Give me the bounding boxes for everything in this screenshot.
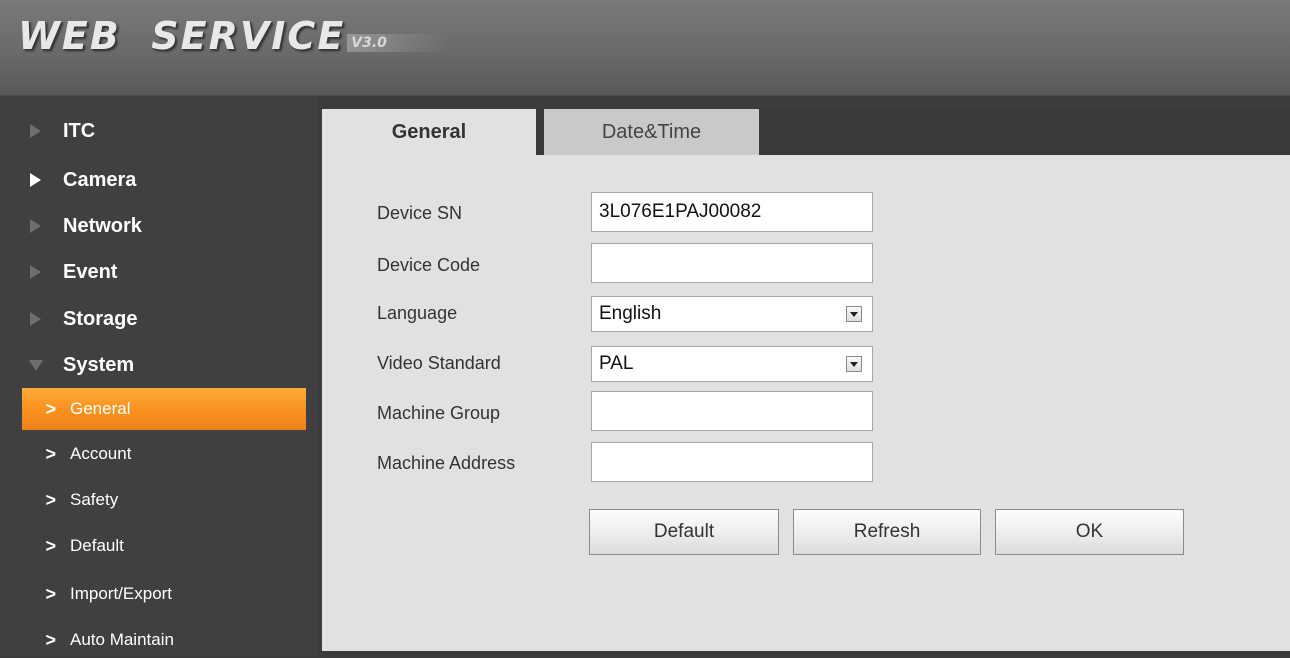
sidebar-item-label: Event: [63, 260, 118, 283]
panel-bottom-border: [322, 651, 1290, 655]
triangle-right-icon: [30, 265, 41, 279]
dropdown-arrow-icon[interactable]: [846, 306, 862, 322]
sidebar-item-label: ITC: [63, 119, 96, 142]
chevron-right-icon: >: [45, 629, 56, 650]
sidebar-item-camera[interactable]: Camera: [30, 167, 136, 193]
video-standard-label: Video Standard: [377, 353, 501, 373]
general-settings-panel: Device SN 3L076E1PAJ00082 Device Code La…: [322, 155, 1290, 651]
sidebar-subitem-default[interactable]: > Default: [20, 528, 306, 564]
chevron-right-icon: >: [45, 583, 56, 604]
chevron-right-icon: >: [45, 535, 56, 556]
video-standard-select[interactable]: PAL: [591, 346, 873, 382]
sidebar-item-event[interactable]: Event: [30, 259, 117, 285]
logo-version: V3.0: [347, 34, 447, 52]
sidebar-subitem-import-export[interactable]: > Import/Export: [20, 576, 306, 612]
app-header: WEB SERVICE V3.0: [0, 0, 1290, 96]
app-logo: WEB SERVICE V3.0: [18, 14, 447, 58]
tab-general[interactable]: General: [322, 109, 536, 155]
sidebar-item-system[interactable]: System: [29, 352, 135, 378]
language-select[interactable]: English: [591, 296, 873, 332]
logo-text: WEB SERVICE: [18, 14, 346, 58]
machine-address-field[interactable]: [591, 442, 873, 482]
sidebar-subitem-label: Default: [70, 536, 124, 555]
sidebar-subitem-account[interactable]: > Account: [20, 436, 306, 472]
sidebar-subitem-safety[interactable]: > Safety: [20, 482, 306, 518]
device-code-field[interactable]: [591, 243, 873, 283]
chevron-right-icon: >: [45, 489, 56, 510]
sidebar-subitem-label: Auto Maintain: [70, 630, 174, 649]
sidebar-item-label: Network: [63, 214, 142, 237]
sidebar-item-itc[interactable]: ITC: [30, 118, 95, 144]
machine-address-label: Machine Address: [377, 453, 516, 473]
dropdown-arrow-icon[interactable]: [846, 356, 862, 372]
tab-date-time[interactable]: Date&Time: [544, 109, 759, 155]
triangle-right-icon: [30, 312, 41, 326]
refresh-button[interactable]: Refresh: [793, 509, 981, 555]
default-button[interactable]: Default: [589, 509, 779, 555]
sidebar-subitem-label: Safety: [70, 490, 119, 509]
triangle-right-icon: [30, 173, 41, 187]
language-select-value: English: [599, 303, 662, 324]
sidebar-item-label: System: [63, 353, 135, 376]
device-sn-label: Device SN: [377, 203, 463, 223]
sidebar-item-storage[interactable]: Storage: [30, 306, 137, 332]
sidebar-subitem-label: Import/Export: [70, 584, 173, 603]
device-code-label: Device Code: [377, 255, 481, 275]
machine-group-field[interactable]: [591, 391, 873, 431]
sidebar-item-label: Storage: [63, 307, 138, 330]
sidebar-subitem-label: General: [70, 399, 131, 418]
sidebar-subitem-auto-maintain[interactable]: > Auto Maintain: [20, 622, 306, 658]
triangle-right-icon: [30, 219, 41, 233]
sidebar-subitem-general[interactable]: > General: [22, 388, 306, 430]
sidebar-item-label: Camera: [63, 168, 137, 191]
ok-button[interactable]: OK: [995, 509, 1184, 555]
tab-bar: General Date&Time: [322, 109, 1290, 155]
video-standard-select-value: PAL: [599, 353, 634, 374]
triangle-down-icon: [29, 359, 43, 371]
chevron-right-icon: >: [45, 398, 56, 419]
sidebar-subitem-label: Account: [70, 444, 132, 463]
language-label: Language: [377, 303, 458, 323]
triangle-right-icon: [30, 124, 41, 138]
sidebar-item-network[interactable]: Network: [30, 213, 142, 239]
chevron-right-icon: >: [45, 443, 56, 464]
machine-group-label: Machine Group: [377, 403, 501, 423]
device-sn-field[interactable]: 3L076E1PAJ00082: [591, 192, 873, 232]
sidebar: ITC Camera Network Event Storage System …: [0, 96, 318, 655]
